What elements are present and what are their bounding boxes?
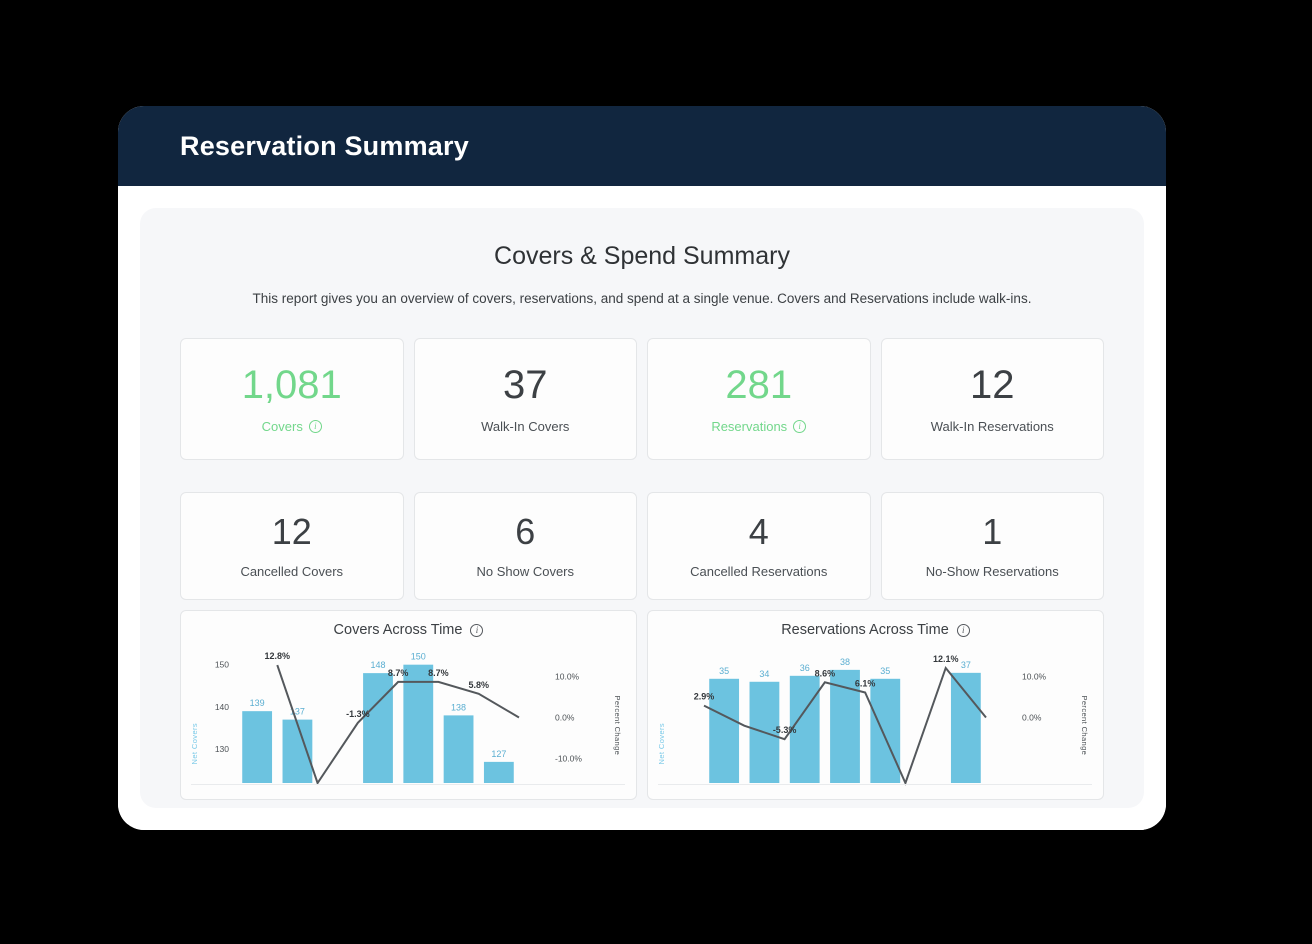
bar-value-label: 35 — [880, 666, 890, 676]
kpi-label-row: Reservations i — [711, 418, 807, 434]
kpi-card-walk-in-covers[interactable]: 37 Walk-In Covers — [413, 338, 637, 460]
kpi-card-covers[interactable]: 1,081 Covers i — [180, 338, 404, 460]
trend-value-label: 5.8% — [468, 680, 489, 690]
bar — [363, 673, 393, 783]
kpi-label: Cancelled Reservations — [690, 563, 828, 579]
kpi-label: No Show Covers — [476, 563, 575, 579]
trend-value-label: 8.7% — [388, 668, 409, 678]
info-icon[interactable]: i — [470, 623, 484, 637]
y-axis-tick: 140 — [215, 702, 229, 712]
kpi-value: 12 — [271, 510, 312, 552]
bar-value-label: 138 — [451, 702, 466, 712]
chart-covers-across-time: 150 140 130 10.0% 0.0% -10.0% Net Covers Percen… — [190, 651, 625, 786]
kpi-grid-row-2: 12 Cancelled Covers 6 No Show Covers 4 C… — [180, 492, 1104, 600]
y2-axis-title: Percent Change — [613, 695, 622, 755]
kpi-card-reservations[interactable]: 281 Reservations i — [647, 338, 871, 460]
kpi-card-walk-in-reservations[interactable]: 12 Walk-In Reservations — [880, 338, 1104, 460]
kpi-label-row: Walk-In Reservations — [931, 419, 1054, 434]
kpi-label: Reservations — [711, 418, 788, 434]
kpi-label: Walk-In Reservations — [930, 418, 1054, 434]
kpi-label-row: No Show Covers — [476, 564, 574, 579]
bar-value-label: 36 — [800, 663, 810, 673]
window-titlebar: Reservation Summary — [118, 106, 1166, 186]
trend-value-label: 2.9% — [694, 692, 715, 702]
kpi-value: 1,081 — [241, 362, 342, 407]
bar — [443, 715, 474, 783]
report-window: Reservation Summary Covers & Spend Summa… — [118, 106, 1166, 830]
trend-value-label: 12.8% — [265, 651, 291, 661]
bar — [242, 711, 273, 783]
y-axis-tick: 150 — [215, 660, 229, 670]
kpi-card-cancelled-reservations[interactable]: 4 Cancelled Reservations — [647, 492, 871, 600]
bar — [870, 678, 901, 783]
y2-axis-tick: -10.0% — [555, 753, 582, 763]
kpi-value: 12 — [970, 362, 1015, 407]
chart-title: Reservations Across Time — [781, 622, 949, 638]
trend-value-label: 8.7% — [428, 668, 449, 678]
y2-axis-tick: 0.0% — [1022, 713, 1042, 723]
info-icon[interactable]: i — [956, 623, 970, 637]
bar-value-label: 139 — [250, 698, 265, 708]
trend-value-label: -5.3% — [773, 725, 797, 735]
y-axis-tick: 130 — [215, 744, 229, 754]
report-panel: Covers & Spend Summary This report gives… — [140, 208, 1144, 808]
trend-value-label: 6.1% — [855, 679, 876, 689]
kpi-label-row: Cancelled Covers — [240, 564, 343, 579]
bar-value-label: 150 — [411, 652, 426, 662]
kpi-label: Cancelled Covers — [240, 563, 344, 579]
kpi-card-cancelled-covers[interactable]: 12 Cancelled Covers — [180, 492, 404, 600]
bar — [950, 672, 981, 783]
chart-card-reservations-across-time[interactable]: Reservations Across Time i 10.0% 0.0% Net … — [647, 610, 1104, 800]
chart-reservations-across-time: 10.0% 0.0% Net Covers Percent Change 35 34 36 3… — [657, 654, 1092, 786]
info-icon[interactable]: i — [308, 419, 322, 433]
y2-axis-title: Percent Change — [1080, 695, 1089, 755]
y2-axis-tick: 10.0% — [1022, 672, 1047, 682]
y2-axis-tick: 10.0% — [555, 672, 580, 682]
chart-title-row: Covers Across Time i — [181, 611, 636, 638]
page-title: Reservation Summary — [180, 130, 469, 161]
kpi-label-row: No-Show Reservations — [926, 564, 1059, 579]
trend-value-label: -1.3% — [346, 709, 370, 719]
report-description: This report gives you an overview of cov… — [252, 291, 1032, 306]
report-title: Covers & Spend Summary — [494, 242, 790, 270]
kpi-value: 4 — [748, 510, 769, 552]
screenshot-root: Reservation Summary Covers & Spend Summa… — [0, 0, 1312, 944]
bar — [282, 719, 313, 783]
charts-row: Covers Across Time i 150 140 130 10.0% 0.0% -… — [180, 610, 1104, 800]
chart-title: Covers Across Time — [333, 622, 463, 638]
window-body: Covers & Spend Summary This report gives… — [118, 186, 1166, 830]
bar — [483, 761, 514, 783]
chart-card-covers-across-time[interactable]: Covers Across Time i 150 140 130 10.0% 0.0% -… — [180, 610, 637, 800]
kpi-label: Covers — [261, 418, 303, 434]
bar-value-label: 127 — [491, 749, 506, 759]
kpi-card-no-show-reservations[interactable]: 1 No-Show Reservations — [880, 492, 1104, 600]
kpi-grid-row-1: 1,081 Covers i 37 Walk-In Covers 281 Res… — [180, 338, 1104, 460]
kpi-card-no-show-covers[interactable]: 6 No Show Covers — [413, 492, 637, 600]
kpi-label: No-Show Reservations — [925, 563, 1059, 579]
bar-value-label: 38 — [840, 657, 850, 667]
trend-value-label: 8.6% — [815, 668, 836, 678]
kpi-value: 1 — [982, 510, 1003, 552]
y-axis-title: Net Covers — [190, 723, 199, 765]
kpi-value: 281 — [725, 362, 793, 407]
kpi-value: 37 — [503, 362, 548, 407]
kpi-label-row: Walk-In Covers — [481, 419, 569, 434]
y2-axis-tick: 0.0% — [555, 713, 575, 723]
info-icon[interactable]: i — [793, 419, 807, 433]
kpi-label: Walk-In Covers — [481, 418, 570, 434]
kpi-label-row: Covers i — [262, 419, 322, 434]
bar-value-label: 35 — [719, 666, 729, 676]
kpi-value: 6 — [515, 510, 536, 552]
bar-value-label: 34 — [759, 669, 769, 679]
bar-value-label: 148 — [370, 660, 385, 670]
chart-title-row: Reservations Across Time i — [648, 611, 1103, 638]
trend-value-label: 12.1% — [933, 654, 959, 664]
y-axis-title: Net Covers — [657, 723, 666, 765]
kpi-label-row: Cancelled Reservations — [690, 564, 827, 579]
bar-value-label: 37 — [961, 660, 971, 670]
